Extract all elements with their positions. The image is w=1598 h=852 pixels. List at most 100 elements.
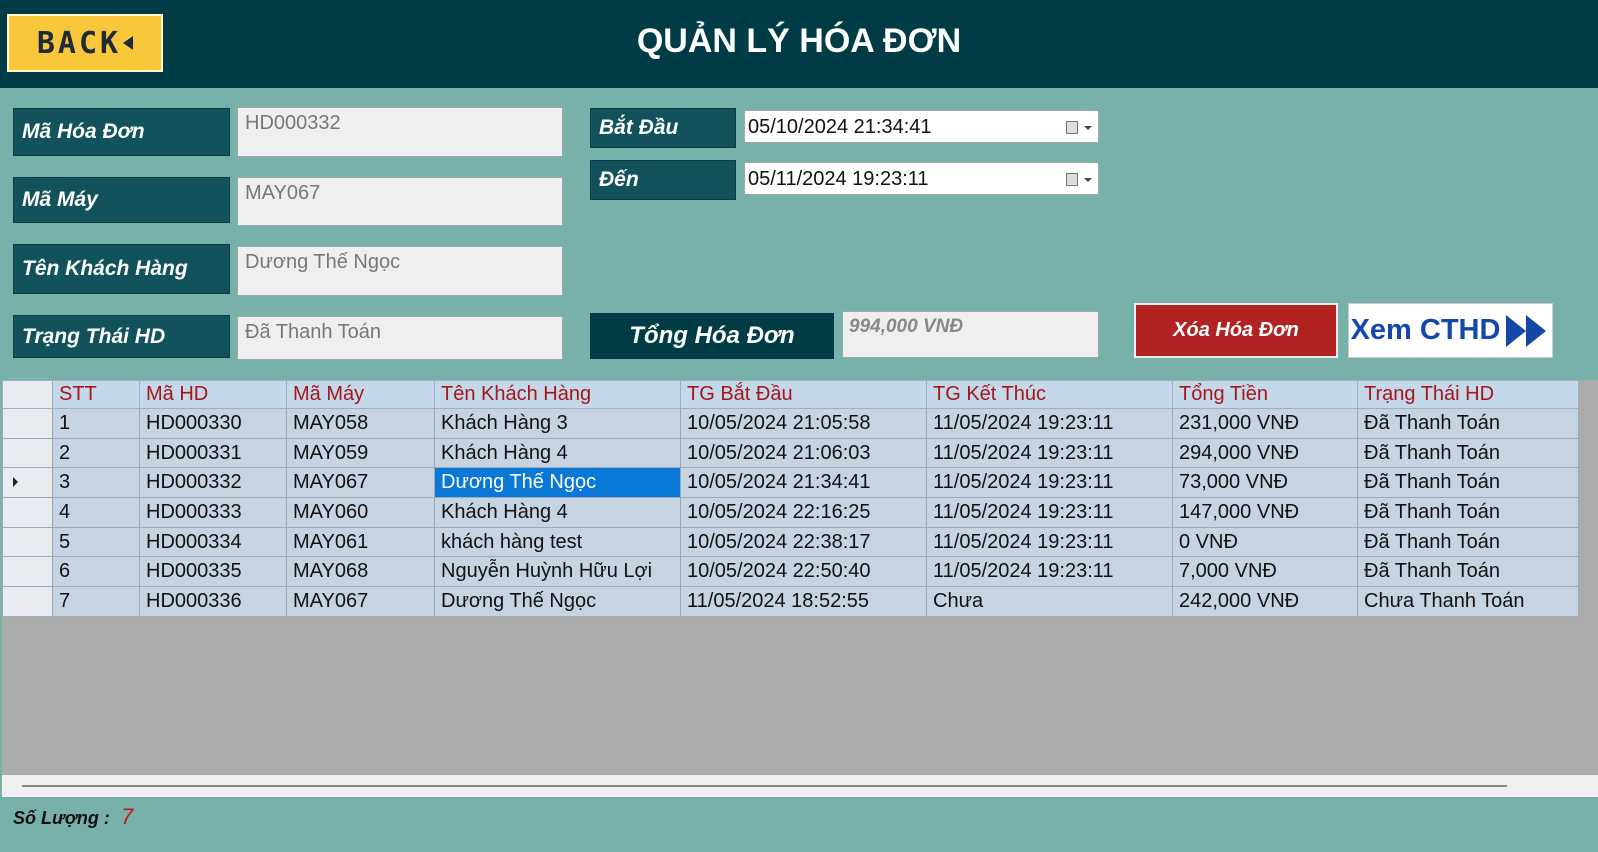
den-datepicker[interactable]: 05/11/2024 19:23:11: [744, 162, 1099, 195]
table-cell[interactable]: 10/05/2024 22:16:25: [680, 497, 927, 528]
table-cell[interactable]: HD000331: [139, 437, 287, 469]
column-header[interactable]: STT: [52, 380, 140, 409]
ma-may-field[interactable]: MAY067: [237, 177, 563, 226]
view-details-button[interactable]: Xem CTHD: [1348, 303, 1553, 358]
current-row-arrow-icon: [13, 477, 18, 488]
table-cell[interactable]: 2: [52, 437, 140, 469]
row-header[interactable]: [2, 586, 53, 617]
table-cell[interactable]: 10/05/2024 22:38:17: [680, 526, 927, 558]
table-cell[interactable]: 10/05/2024 21:34:41: [680, 467, 927, 499]
table-cell[interactable]: 10/05/2024 22:50:40: [680, 556, 927, 588]
column-header[interactable]: Tên Khách Hàng: [434, 380, 681, 409]
table-cell[interactable]: Nguyễn Huỳnh Hữu Lợi: [434, 556, 681, 588]
table-cell[interactable]: 7: [52, 586, 140, 617]
table-cell[interactable]: HD000334: [139, 526, 287, 558]
table-cell[interactable]: 11/05/2024 19:23:11: [926, 526, 1173, 558]
row-header[interactable]: [2, 467, 53, 499]
scrollbar-thumb[interactable]: [22, 785, 1507, 787]
table-cell[interactable]: HD000333: [139, 497, 287, 528]
table-cell[interactable]: Đã Thanh Toán: [1357, 526, 1579, 558]
table-cell[interactable]: 11/05/2024 19:23:11: [926, 467, 1173, 499]
table-cell[interactable]: HD000335: [139, 556, 287, 588]
table-cell[interactable]: 242,000 VNĐ: [1172, 586, 1358, 617]
row-header[interactable]: [2, 408, 53, 439]
table-cell[interactable]: MAY058: [286, 408, 435, 439]
invoice-grid[interactable]: STT Mã HD Mã Máy Tên Khách Hàng TG Bắt Đ…: [2, 380, 1598, 775]
table-cell[interactable]: MAY067: [286, 586, 435, 617]
table-cell[interactable]: 11/05/2024 18:52:55: [680, 586, 927, 617]
table-cell[interactable]: Khách Hàng 4: [434, 497, 681, 528]
table-cell[interactable]: MAY061: [286, 526, 435, 558]
table-row[interactable]: 2 HD000331 MAY059 Khách Hàng 4 10/05/2024 21…: [2, 437, 1579, 469]
table-cell[interactable]: Đã Thanh Toán: [1357, 556, 1579, 588]
den-value: 05/11/2024 19:23:11: [748, 168, 929, 190]
bat-dau-datepicker[interactable]: 05/10/2024 21:34:41: [744, 110, 1099, 143]
table-cell[interactable]: 11/05/2024 19:23:11: [926, 497, 1173, 528]
column-header[interactable]: TG Bắt Đầu: [680, 380, 927, 409]
row-header[interactable]: [2, 437, 53, 469]
table-cell[interactable]: HD000330: [139, 408, 287, 439]
row-header[interactable]: [2, 556, 53, 588]
table-cell[interactable]: 4: [52, 497, 140, 528]
table-cell[interactable]: Dương Thế Ngọc: [434, 586, 681, 617]
chevron-down-icon[interactable]: [1084, 126, 1092, 130]
table-row[interactable]: 6 HD000335 MAY068 Nguyễn Huỳnh Hữu Lợi 10/05…: [2, 556, 1579, 588]
table-cell[interactable]: 73,000 VNĐ: [1172, 467, 1358, 499]
table-cell[interactable]: 10/05/2024 21:06:03: [680, 437, 927, 469]
horizontal-scrollbar[interactable]: [2, 775, 1598, 797]
table-row[interactable]: 1 HD000330 MAY058 Khách Hàng 3 10/05/2024 21…: [2, 408, 1579, 439]
column-header[interactable]: Mã Máy: [286, 380, 435, 409]
table-cell[interactable]: Đã Thanh Toán: [1357, 467, 1579, 499]
table-cell[interactable]: 11/05/2024 19:23:11: [926, 556, 1173, 588]
chevron-down-icon[interactable]: [1084, 178, 1092, 182]
calendar-icon[interactable]: [1066, 173, 1078, 186]
table-cell[interactable]: Đã Thanh Toán: [1357, 408, 1579, 439]
table-cell[interactable]: Dương Thế Ngọc: [434, 467, 681, 499]
trang-thai-label: Trạng Thái HD: [13, 315, 230, 358]
table-cell[interactable]: 11/05/2024 19:23:11: [926, 437, 1173, 469]
table-cell[interactable]: 7,000 VNĐ: [1172, 556, 1358, 588]
row-header[interactable]: [2, 497, 53, 528]
ma-hoa-don-label: Mã Hóa Đơn: [13, 108, 230, 156]
ten-khach-hang-field[interactable]: Dương Thế Ngọc: [237, 246, 563, 296]
ma-hoa-don-field[interactable]: HD000332: [237, 107, 563, 157]
calendar-icon[interactable]: [1066, 121, 1078, 134]
table-cell[interactable]: Đã Thanh Toán: [1357, 437, 1579, 469]
table-row[interactable]: 3 HD000332 MAY067 Dương Thế Ngọc 10/05/2024 …: [2, 467, 1579, 499]
table-cell[interactable]: 231,000 VNĐ: [1172, 408, 1358, 439]
table-cell[interactable]: Chưa Thanh Toán: [1357, 586, 1579, 617]
view-details-button-label: Xem CTHD: [1350, 314, 1501, 346]
table-cell[interactable]: 3: [52, 467, 140, 499]
table-cell[interactable]: 147,000 VNĐ: [1172, 497, 1358, 528]
column-header[interactable]: TG Kết Thúc: [926, 380, 1173, 409]
table-cell[interactable]: MAY059: [286, 437, 435, 469]
table-cell[interactable]: 6: [52, 556, 140, 588]
table-cell[interactable]: 11/05/2024 19:23:11: [926, 408, 1173, 439]
table-cell[interactable]: 10/05/2024 21:05:58: [680, 408, 927, 439]
table-cell[interactable]: khách hàng test: [434, 526, 681, 558]
table-cell[interactable]: Đã Thanh Toán: [1357, 497, 1579, 528]
bat-dau-value: 05/10/2024 21:34:41: [748, 116, 932, 138]
column-header[interactable]: Trạng Thái HD: [1357, 380, 1579, 409]
table-cell[interactable]: MAY068: [286, 556, 435, 588]
ma-may-label: Mã Máy: [13, 177, 230, 223]
table-cell[interactable]: 1: [52, 408, 140, 439]
table-cell[interactable]: HD000332: [139, 467, 287, 499]
column-header[interactable]: Tổng Tiền: [1172, 380, 1358, 409]
table-cell[interactable]: MAY060: [286, 497, 435, 528]
column-header[interactable]: Mã HD: [139, 380, 287, 409]
delete-invoice-button[interactable]: Xóa Hóa Đơn: [1134, 303, 1338, 358]
table-cell[interactable]: 0 VNĐ: [1172, 526, 1358, 558]
table-row[interactable]: 5 HD000334 MAY061 khách hàng test 10/05/2024…: [2, 526, 1579, 558]
row-header[interactable]: [2, 526, 53, 558]
table-cell[interactable]: Khách Hàng 3: [434, 408, 681, 439]
table-cell[interactable]: 5: [52, 526, 140, 558]
table-row[interactable]: 7 HD000336 MAY067 Dương Thế Ngọc 11/05/2024 …: [2, 586, 1579, 617]
table-cell[interactable]: Khách Hàng 4: [434, 437, 681, 469]
table-cell[interactable]: MAY067: [286, 467, 435, 499]
table-row[interactable]: 4 HD000333 MAY060 Khách Hàng 4 10/05/2024 22…: [2, 497, 1579, 528]
table-cell[interactable]: HD000336: [139, 586, 287, 617]
table-cell[interactable]: Chưa: [926, 586, 1173, 617]
trang-thai-field[interactable]: Đã Thanh Toán: [237, 316, 563, 360]
table-cell[interactable]: 294,000 VNĐ: [1172, 437, 1358, 469]
